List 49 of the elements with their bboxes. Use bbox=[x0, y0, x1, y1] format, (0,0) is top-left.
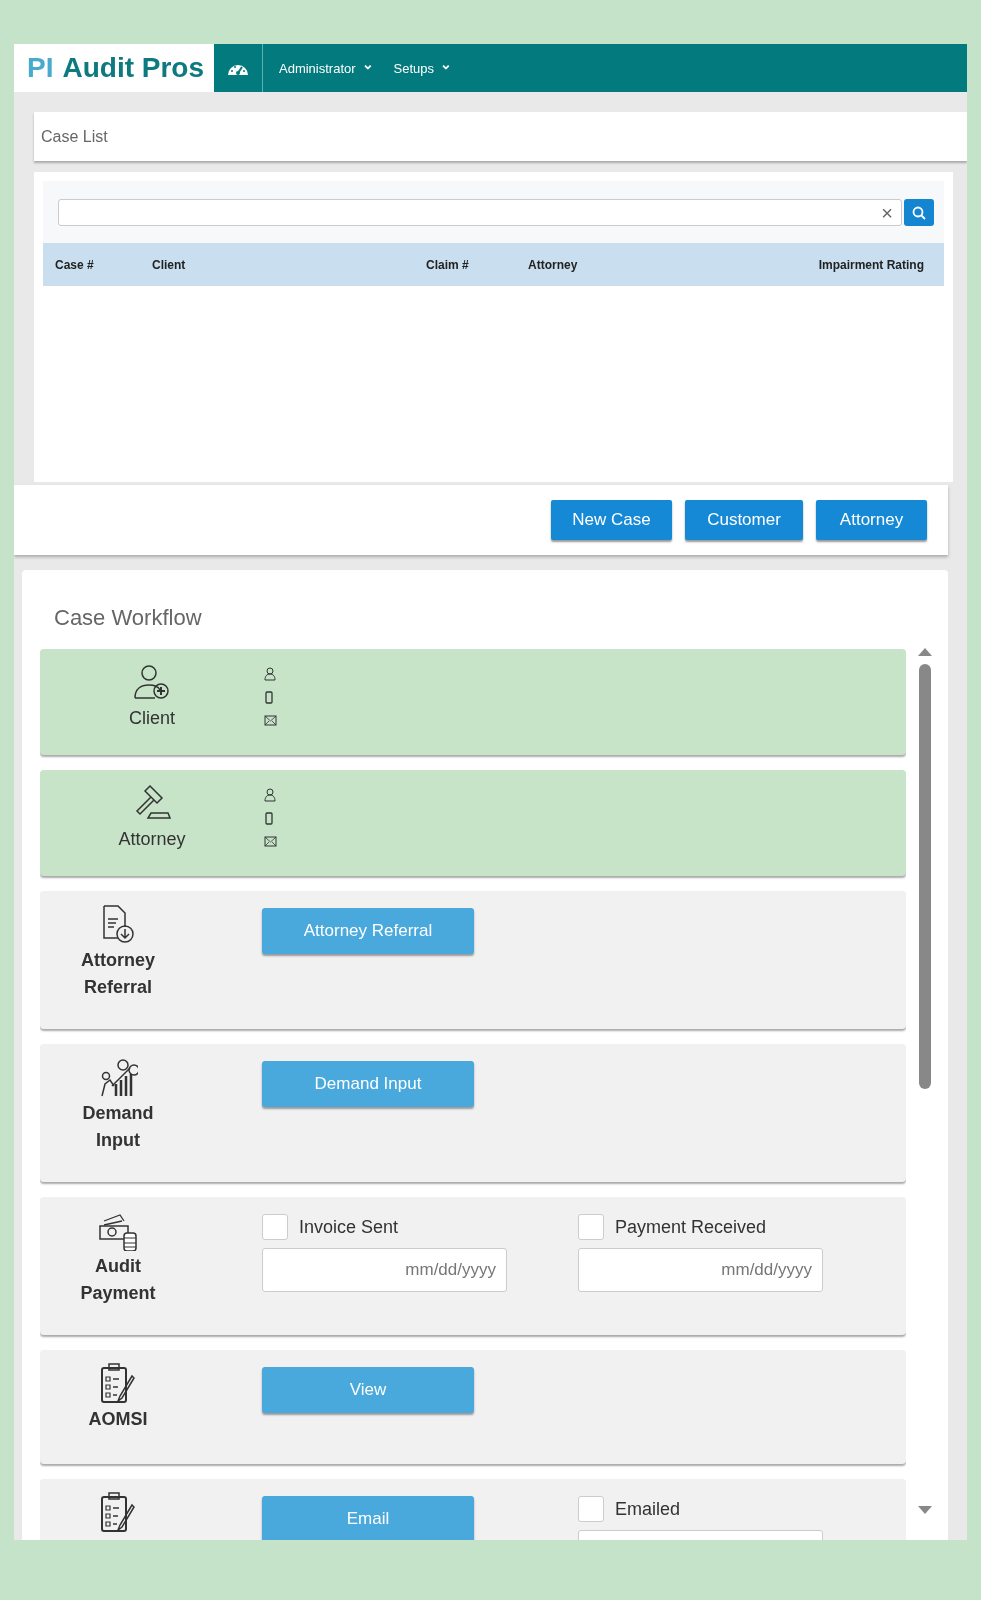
growth-chart-icon bbox=[98, 1056, 138, 1098]
date-field[interactable]: mm/dd/yyyy bbox=[578, 1248, 823, 1292]
checkbox[interactable] bbox=[578, 1496, 604, 1522]
step-label: Audit Payment bbox=[79, 1255, 157, 1305]
clipboard-checklist-icon bbox=[98, 1362, 138, 1404]
date-field[interactable]: mm/dd/yyyy bbox=[262, 1248, 507, 1292]
column-header: Impairment Rating bbox=[817, 257, 924, 272]
checkbox-label: Payment Received bbox=[615, 1216, 767, 1238]
step-label: AOMSI bbox=[87, 1408, 149, 1431]
step-button[interactable]: Demand Input bbox=[262, 1061, 474, 1107]
phone-icon bbox=[264, 691, 276, 704]
panel-title: Case List bbox=[41, 127, 108, 146]
logo-name: Audit Pros bbox=[62, 52, 205, 84]
search-field[interactable]: × bbox=[58, 199, 902, 226]
search-button[interactable] bbox=[904, 199, 934, 226]
app-logo[interactable]: PI Audit Pros bbox=[14, 44, 214, 92]
step-label: Attorney bbox=[118, 828, 186, 851]
step-button[interactable]: Attorney Referral bbox=[262, 908, 474, 954]
action-button[interactable]: Attorney bbox=[816, 500, 927, 540]
step-label: Demand Input bbox=[81, 1102, 155, 1152]
clipboard-checklist-icon bbox=[98, 1491, 138, 1533]
column-header: Client bbox=[152, 257, 187, 272]
scroll-up-icon bbox=[917, 646, 933, 657]
column-header: Attorney bbox=[528, 257, 579, 272]
scrollbar-thumb[interactable] bbox=[919, 664, 931, 1089]
step-label: Attorney Referral bbox=[80, 949, 156, 999]
step-button[interactable]: View bbox=[262, 1367, 474, 1413]
checkbox-label: Emailed bbox=[615, 1498, 681, 1520]
menu-item[interactable]: Setups ⌄ bbox=[389, 44, 457, 92]
logo-prefix: PI bbox=[27, 52, 54, 84]
action-button[interactable]: New Case bbox=[551, 500, 672, 540]
person-icon bbox=[264, 667, 276, 681]
clear-button[interactable]: × bbox=[881, 202, 893, 223]
checkbox[interactable] bbox=[262, 1214, 288, 1240]
section-title: Case Workflow bbox=[54, 604, 203, 632]
menu-item[interactable]: Administrator ⌄ bbox=[275, 44, 378, 92]
checkbox[interactable] bbox=[578, 1214, 604, 1240]
mail-icon bbox=[264, 835, 277, 847]
action-button[interactable]: Customer bbox=[685, 500, 803, 540]
scroll-down-icon bbox=[917, 1505, 933, 1516]
column-header: Case # bbox=[55, 257, 95, 272]
search-icon bbox=[912, 205, 926, 220]
column-header: Claim # bbox=[426, 257, 470, 272]
person-icon bbox=[264, 788, 276, 802]
checkbox-label: Invoice Sent bbox=[299, 1216, 399, 1238]
step-label: Client bbox=[129, 707, 175, 730]
mail-icon bbox=[264, 714, 277, 726]
phone-icon bbox=[264, 812, 276, 825]
step-button[interactable]: Email bbox=[262, 1496, 474, 1540]
